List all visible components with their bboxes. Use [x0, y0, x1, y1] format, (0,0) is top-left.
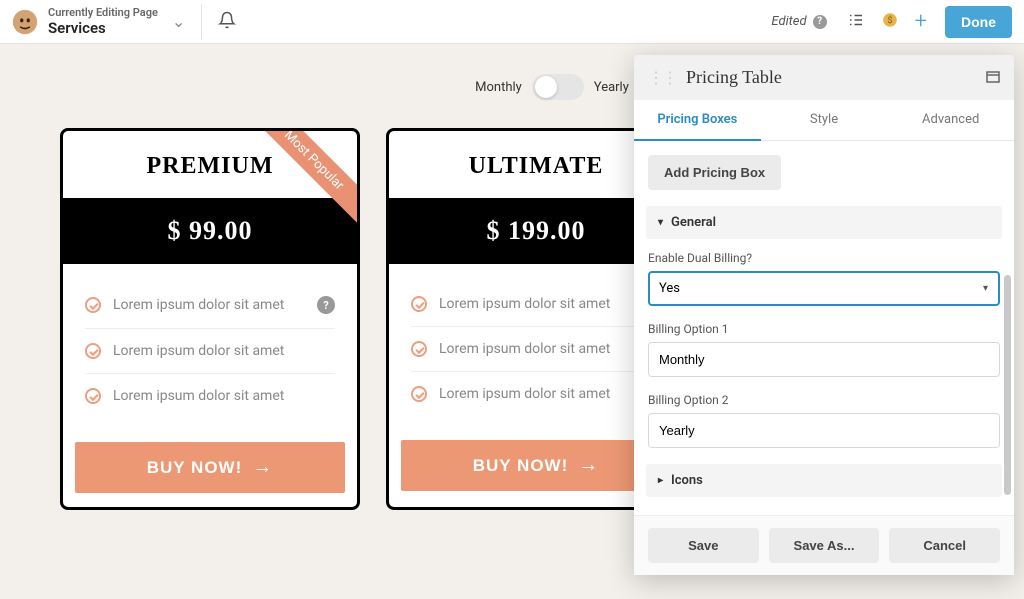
billing2-input[interactable]	[648, 413, 1000, 448]
page-name: Services	[48, 19, 158, 37]
add-pricing-box-button[interactable]: Add Pricing Box	[648, 155, 781, 190]
tooltip-icon[interactable]: ?	[317, 296, 335, 314]
feature-item: Lorem ipsum dolor sit amet	[411, 327, 661, 372]
check-icon	[411, 296, 427, 312]
money-icon[interactable]: $	[881, 11, 899, 33]
page-selector[interactable]: Currently Editing Page Services	[48, 6, 158, 37]
panel-tabs: Pricing Boxes Style Advanced	[634, 100, 1014, 141]
billing1-label: Billing Option 1	[648, 322, 1000, 336]
expand-icon[interactable]	[986, 68, 1000, 87]
divider	[201, 4, 202, 40]
chevron-right-icon: ▸	[658, 475, 663, 486]
pricing-box-premium[interactable]: Most Popular PREMIUM $ 99.00 Lorem ipsum…	[60, 128, 360, 510]
scrollbar[interactable]	[1004, 275, 1011, 495]
drag-grip-icon[interactable]: ⋮⋮	[648, 68, 676, 87]
tab-pricing-boxes[interactable]: Pricing Boxes	[634, 100, 761, 141]
check-icon	[85, 388, 101, 404]
check-icon	[411, 386, 427, 402]
add-module-icon[interactable]: +	[915, 9, 927, 34]
tab-style[interactable]: Style	[761, 100, 888, 140]
feature-item: Lorem ipsum dolor sit amet	[411, 372, 661, 416]
billing-opt2-label: Yearly	[594, 80, 629, 95]
buy-button[interactable]: BUY NOW!→	[401, 440, 671, 491]
toggle-knob	[535, 76, 557, 98]
enable-dual-label: Enable Dual Billing?	[648, 251, 1000, 265]
builder-logo-icon	[12, 9, 38, 35]
save-as-button[interactable]: Save As...	[769, 528, 880, 563]
feature-item: Lorem ipsum dolor sit amet	[85, 329, 335, 374]
outline-icon[interactable]	[847, 11, 865, 33]
panel-title: Pricing Table	[686, 67, 986, 88]
price: $ 99.00	[63, 198, 357, 264]
check-icon	[85, 343, 101, 359]
check-icon	[85, 297, 101, 313]
feature-item: Lorem ipsum dolor sit amet?	[85, 282, 335, 329]
billing1-input[interactable]	[648, 342, 1000, 377]
top-toolbar: Currently Editing Page Services ⌄ Edited…	[0, 0, 1024, 44]
buy-button[interactable]: BUY NOW!→	[75, 442, 345, 493]
panel-body: Add Pricing Box ▾General Enable Dual Bil…	[634, 141, 1014, 515]
check-icon	[411, 341, 427, 357]
chevron-down-icon: ▾	[658, 217, 663, 228]
notifications-icon[interactable]	[218, 11, 236, 33]
enable-dual-select[interactable]: Yes ▾	[648, 271, 1000, 306]
panel-footer: Save Save As... Cancel	[634, 515, 1014, 575]
billing-opt1-label: Monthly	[475, 80, 522, 95]
section-icons[interactable]: ▸Icons	[646, 464, 1002, 497]
chevron-down-icon[interactable]: ⌄	[172, 12, 185, 31]
edited-status: Edited	[771, 14, 806, 29]
panel-header[interactable]: ⋮⋮ Pricing Table	[634, 55, 1014, 100]
billing-toggle-switch[interactable]	[532, 74, 584, 100]
feature-item: Lorem ipsum dolor sit amet	[85, 374, 335, 418]
arrow-right-icon: →	[252, 456, 273, 479]
feature-item: Lorem ipsum dolor sit amet	[411, 282, 661, 327]
enable-dual-value: Yes	[648, 271, 1000, 306]
section-general[interactable]: ▾General	[646, 206, 1002, 239]
tab-advanced[interactable]: Advanced	[887, 100, 1014, 140]
arrow-right-icon: →	[578, 454, 599, 477]
done-button[interactable]: Done	[945, 6, 1012, 38]
settings-panel: ⋮⋮ Pricing Table Pricing Boxes Style Adv…	[634, 55, 1014, 575]
billing2-label: Billing Option 2	[648, 393, 1000, 407]
editing-label: Currently Editing Page	[48, 6, 158, 19]
feature-list: Lorem ipsum dolor sit amet? Lorem ipsum …	[63, 264, 357, 424]
cancel-button[interactable]: Cancel	[889, 528, 1000, 563]
help-icon[interactable]: ?	[813, 15, 827, 29]
save-button[interactable]: Save	[648, 528, 759, 563]
svg-text:$: $	[887, 15, 892, 26]
